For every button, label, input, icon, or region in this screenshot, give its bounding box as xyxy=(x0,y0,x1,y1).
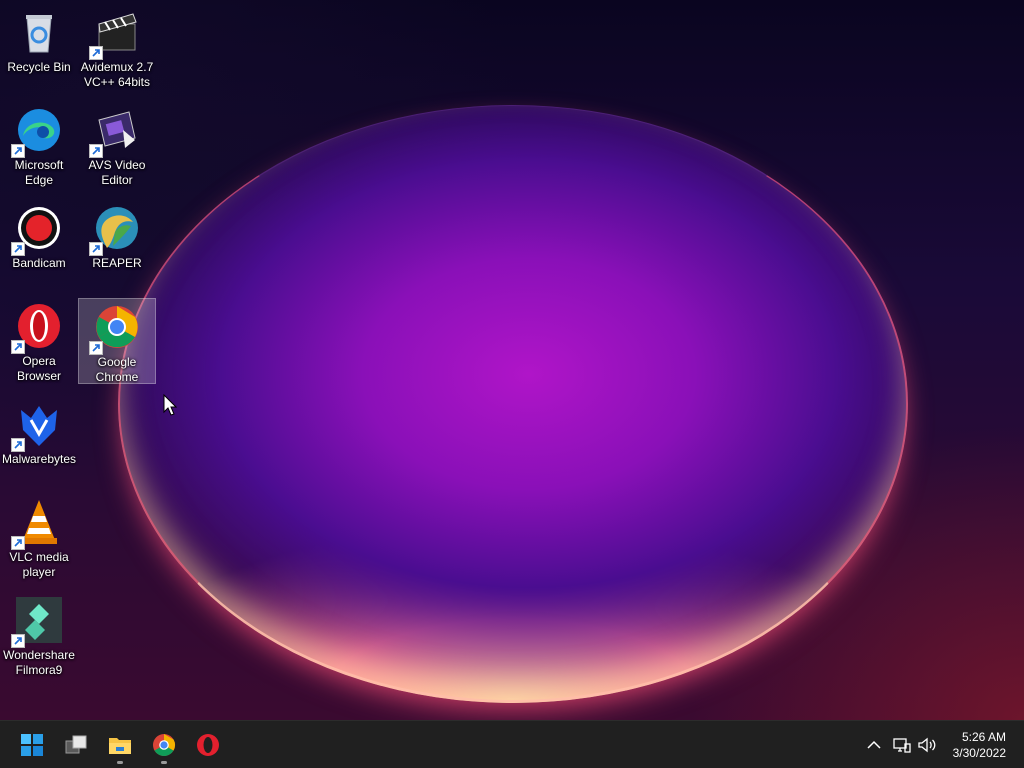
shortcut-arrow-icon xyxy=(89,341,103,355)
shortcut-arrow-icon xyxy=(11,242,25,256)
desktop-icon-opera-browser[interactable]: Opera Browser xyxy=(0,298,78,384)
chevron-up-icon xyxy=(867,740,881,749)
filmora-icon xyxy=(11,596,63,648)
mouse-cursor-icon xyxy=(163,393,178,416)
desktop-icon-avidemux[interactable]: Avidemux 2.7 VC++ 64bits xyxy=(78,4,156,90)
system-clock[interactable]: 5:26 AM 3/30/2022 xyxy=(953,729,1006,761)
desktop-icon-label: Malwarebytes xyxy=(1,452,77,466)
reaper-icon xyxy=(89,204,141,256)
desktop-icon-vlc-media-player[interactable]: VLC media player xyxy=(0,494,78,580)
show-hidden-icons-button[interactable] xyxy=(864,735,884,755)
opera-taskbar-button[interactable] xyxy=(192,729,224,761)
shortcut-arrow-icon xyxy=(11,340,25,354)
running-indicator xyxy=(117,761,123,764)
shortcut-arrow-icon xyxy=(11,438,25,452)
desktop-icon-google-chrome[interactable]: Google Chrome xyxy=(78,298,156,384)
edge-icon xyxy=(11,106,63,158)
network-icon xyxy=(893,738,911,753)
task-view-button[interactable] xyxy=(60,729,92,761)
avs-video-editor-icon xyxy=(89,106,141,158)
desktop-icon-bandicam[interactable]: Bandicam xyxy=(0,200,78,286)
avidemux-icon xyxy=(89,8,141,60)
desktop-icon-label: Google Chrome xyxy=(95,355,139,384)
opera-icon xyxy=(197,734,219,756)
file-explorer-icon xyxy=(109,738,131,754)
shortcut-arrow-icon xyxy=(11,634,25,648)
desktop-icon-microsoft-edge[interactable]: Microsoft Edge xyxy=(0,102,78,188)
chrome-taskbar-button[interactable] xyxy=(148,729,180,764)
taskbar: 5:26 AM 3/30/2022 xyxy=(0,720,1024,768)
desktop-icon-label: REAPER xyxy=(92,256,142,270)
shortcut-arrow-icon xyxy=(89,46,103,60)
malwarebytes-icon xyxy=(11,400,63,452)
shortcut-arrow-icon xyxy=(11,536,25,550)
desktop-icon-malwarebytes[interactable]: Malwarebytes xyxy=(0,396,78,482)
wallpaper-orb-rim xyxy=(118,105,908,703)
network-button[interactable] xyxy=(892,735,912,755)
running-indicator xyxy=(161,761,167,764)
desktop-icon-recycle-bin[interactable]: Recycle Bin xyxy=(0,4,78,90)
desktop-icon-label: Microsoft Edge xyxy=(14,158,64,187)
desktop-icon-label: Recycle Bin xyxy=(7,60,71,74)
shortcut-arrow-icon xyxy=(89,144,103,158)
volume-button[interactable] xyxy=(917,735,937,755)
start-icon xyxy=(21,734,43,756)
file-explorer-button[interactable] xyxy=(104,729,136,764)
shortcut-arrow-icon xyxy=(11,144,25,158)
volume-icon xyxy=(918,737,936,753)
chrome-icon xyxy=(153,734,175,756)
clock-time: 5:26 AM xyxy=(961,730,1006,744)
chrome-icon xyxy=(89,303,141,355)
desktop-icon-label: Opera Browser xyxy=(16,354,61,383)
opera-icon xyxy=(11,302,63,354)
desktop-icon-reaper[interactable]: REAPER xyxy=(78,200,156,286)
desktop-icon-label: VLC media player xyxy=(9,550,69,579)
recycle-bin-icon xyxy=(15,8,63,56)
desktop-icon-wondershare-filmora9[interactable]: Wondershare Filmora9 xyxy=(0,592,78,678)
desktop-icon-label: Wondershare Filmora9 xyxy=(3,648,75,677)
desktop-icon-avs-video-editor[interactable]: AVS Video Editor xyxy=(78,102,156,188)
desktop-icon-label: Bandicam xyxy=(12,256,66,270)
task-view-icon xyxy=(65,735,87,754)
clock-date: 3/30/2022 xyxy=(952,746,1006,760)
desktop-icon-label: AVS Video Editor xyxy=(88,158,146,187)
shortcut-arrow-icon xyxy=(89,242,103,256)
start-button[interactable] xyxy=(16,729,48,761)
vlc-icon xyxy=(11,498,63,550)
desktop-icon-label: Avidemux 2.7 VC++ 64bits xyxy=(80,60,154,89)
bandicam-icon xyxy=(11,204,63,256)
